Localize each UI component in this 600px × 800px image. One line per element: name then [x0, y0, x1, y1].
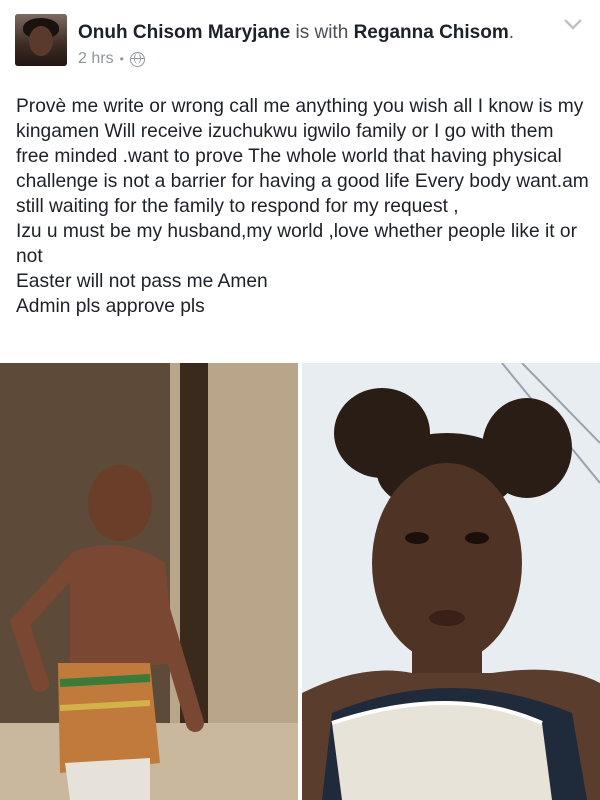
period: . [508, 22, 515, 43]
photo-right[interactable] [302, 363, 600, 800]
tagged-name[interactable]: Reganna Chisom [354, 22, 509, 43]
post-paragraph: Provè me write or wrong call me anything… [16, 96, 589, 217]
meta-separator: • [119, 52, 124, 66]
author-name[interactable]: Onuh Chisom Maryjane [78, 22, 290, 43]
post-body: Provè me write or wrong call me anything… [16, 94, 591, 319]
post-header: Onuh Chisom Maryjane is with Reganna Chi… [0, 0, 600, 80]
post-paragraph: Easter will not pass me Amen [16, 271, 268, 292]
photo-woman-selfie [302, 363, 600, 800]
with-text: is with [295, 22, 349, 43]
post-paragraph: Izu u must be my husband,my world ,love … [16, 221, 577, 267]
photo-man-standing [0, 363, 298, 800]
post-paragraph: Admin pls approve pls [16, 296, 205, 317]
post-time[interactable]: 2 hrs [78, 50, 114, 68]
photo-left[interactable] [0, 363, 298, 800]
author-avatar[interactable] [15, 14, 67, 66]
chevron-down-icon[interactable] [562, 16, 584, 32]
globe-icon [129, 51, 145, 67]
photo-grid [0, 363, 600, 800]
author-line: Onuh Chisom Maryjane is with Reganna Chi… [78, 22, 514, 44]
post-meta: 2 hrs • [78, 50, 145, 68]
